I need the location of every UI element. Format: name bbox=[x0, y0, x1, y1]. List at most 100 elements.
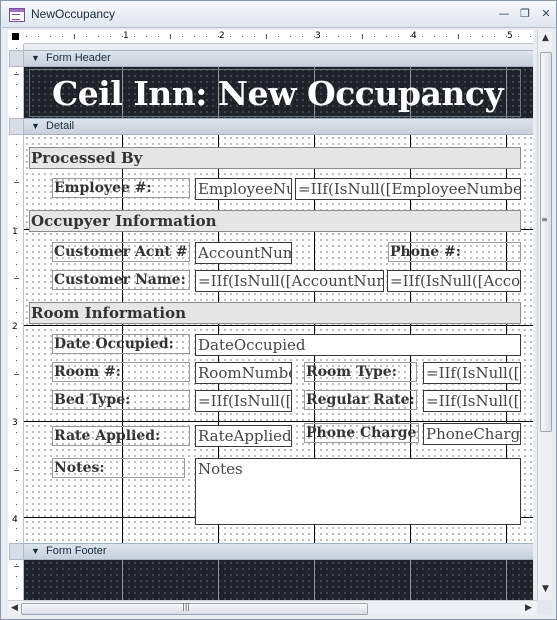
ruler-tick bbox=[530, 36, 531, 37]
ruler-tick bbox=[16, 420, 17, 421]
ruler-tick bbox=[26, 36, 27, 37]
minimize-icon[interactable]: — bbox=[496, 7, 512, 21]
ruler-tick bbox=[86, 36, 87, 37]
ruler-number: 4 bbox=[411, 31, 417, 41]
ruler-tick bbox=[122, 36, 123, 37]
horizontal-scroll-thumb[interactable] bbox=[21, 603, 368, 615]
section-selector[interactable] bbox=[9, 50, 24, 67]
vertical-scroll-thumb[interactable] bbox=[540, 52, 552, 432]
ruler-tick bbox=[16, 528, 17, 529]
detail-bar[interactable]: ▼ Detail bbox=[24, 118, 533, 135]
ruler-half-tick bbox=[14, 470, 19, 471]
scroll-left-icon[interactable]: ◀ bbox=[8, 602, 21, 615]
employee-label[interactable]: Employee #: bbox=[52, 178, 190, 198]
ruler-tick bbox=[16, 576, 17, 577]
bed-type-expr-field[interactable]: =IIf(IsNull([R bbox=[195, 390, 292, 412]
ruler-tick bbox=[50, 36, 51, 37]
room-type-label[interactable]: Room Type: bbox=[304, 362, 417, 382]
ruler-tick bbox=[16, 372, 17, 373]
regular-rate-expr-field[interactable]: =IIf(IsNull([R bbox=[423, 390, 521, 412]
collapse-arrow-icon: ▼ bbox=[31, 53, 40, 63]
window-titlebar: NewOccupancy — ❐ ✕ bbox=[0, 0, 557, 28]
ruler-tick bbox=[98, 36, 99, 37]
ruler-half-tick bbox=[14, 374, 19, 375]
ruler-half-tick bbox=[458, 34, 459, 39]
horizontal-scrollbar[interactable]: ◀ ||| ▶ bbox=[8, 600, 537, 615]
customer-name-expr2-field[interactable]: =IIf(IsNull([Accou bbox=[387, 270, 521, 292]
ruler-tick bbox=[62, 36, 63, 37]
ruler-tick bbox=[16, 300, 17, 301]
ruler-tick bbox=[16, 516, 17, 517]
ruler-tick bbox=[16, 216, 17, 217]
ruler-tick bbox=[16, 468, 17, 469]
form-title[interactable]: Ceil Inn: New Occupancy bbox=[52, 74, 504, 113]
date-occupied-field[interactable]: DateOccupied bbox=[195, 334, 521, 356]
ruler-tick bbox=[16, 276, 17, 277]
scroll-down-icon[interactable]: ▼ bbox=[539, 583, 552, 596]
ruler-half-tick bbox=[14, 74, 19, 75]
ruler-half-tick bbox=[14, 566, 19, 567]
room-number-label[interactable]: Room #: bbox=[52, 362, 190, 382]
group-room-information[interactable]: Room Information bbox=[29, 302, 521, 324]
ruler-tick bbox=[350, 36, 351, 37]
rate-applied-label[interactable]: Rate Applied: bbox=[52, 426, 190, 446]
ruler-tick bbox=[16, 228, 17, 229]
ruler-tick bbox=[16, 588, 17, 589]
phone-label[interactable]: Phone #: bbox=[388, 242, 521, 262]
phone-charge-field[interactable]: PhoneCharge bbox=[423, 423, 521, 445]
customer-name-expr-field[interactable]: =IIf(IsNull([AccountNumb bbox=[195, 270, 384, 292]
ruler-tick bbox=[182, 36, 183, 37]
horizontal-ruler[interactable]: 1 2 3 4 5 bbox=[24, 30, 533, 44]
ruler-tick bbox=[434, 36, 435, 37]
form-header-bar[interactable]: ▼ Form Header bbox=[24, 50, 533, 67]
ruler-tick bbox=[302, 36, 303, 37]
ruler-number: 1 bbox=[123, 31, 129, 41]
group-occupyer-information[interactable]: Occupyer Information bbox=[29, 210, 521, 232]
ruler-tick bbox=[16, 384, 17, 385]
form-footer-section[interactable] bbox=[24, 560, 533, 600]
customer-acnt-label[interactable]: Customer Acnt #: bbox=[52, 242, 190, 262]
notes-label[interactable]: Notes: bbox=[52, 458, 185, 478]
notes-field[interactable]: Notes bbox=[195, 458, 521, 525]
date-occupied-label[interactable]: Date Occupied: bbox=[52, 334, 190, 354]
section-selector[interactable] bbox=[9, 118, 24, 135]
form-footer-bar[interactable]: ▼ Form Footer bbox=[24, 543, 533, 560]
ruler-tick bbox=[16, 264, 17, 265]
ruler-tick bbox=[16, 396, 17, 397]
phone-charge-label[interactable]: Phone Charge: bbox=[304, 423, 419, 443]
ruler-half-tick bbox=[362, 34, 363, 39]
account-num-field[interactable]: AccountNum bbox=[195, 242, 292, 264]
form-selector[interactable] bbox=[8, 30, 24, 44]
ruler-tick bbox=[482, 36, 483, 37]
ruler-number: 5 bbox=[507, 31, 513, 41]
room-type-expr-field[interactable]: =IIf(IsNull([R bbox=[423, 362, 521, 384]
ruler-tick bbox=[470, 36, 471, 37]
ruler-half-tick bbox=[74, 34, 75, 39]
form-footer-label: Form Footer bbox=[46, 545, 107, 557]
vertical-scrollbar[interactable]: ▲ ≡ ▼ bbox=[537, 30, 552, 600]
ruler-tick bbox=[16, 204, 17, 205]
employee-number-field[interactable]: EmployeeNu bbox=[195, 178, 292, 200]
ruler-tick bbox=[16, 336, 17, 337]
group-processed-by[interactable]: Processed By bbox=[29, 147, 521, 169]
ruler-tick bbox=[422, 36, 423, 37]
scroll-up-icon[interactable]: ▲ bbox=[539, 32, 552, 45]
scroll-right-icon[interactable]: ▶ bbox=[522, 602, 535, 615]
ruler-tick bbox=[16, 84, 17, 85]
customer-name-label[interactable]: Customer Name: bbox=[52, 270, 190, 290]
ruler-tick bbox=[16, 408, 17, 409]
ruler-number: 2 bbox=[219, 31, 225, 41]
ruler-tick bbox=[16, 324, 17, 325]
ruler-tick bbox=[314, 36, 315, 37]
ruler-number: 3 bbox=[315, 31, 321, 41]
room-number-field[interactable]: RoomNumbe bbox=[195, 362, 292, 384]
restore-icon[interactable]: ❐ bbox=[517, 7, 533, 21]
bed-type-label[interactable]: Bed Type: bbox=[52, 390, 190, 410]
ruler-tick bbox=[16, 540, 17, 541]
employee-name-expr-field[interactable]: =IIf(IsNull([EmployeeNumber] bbox=[295, 178, 521, 200]
section-selector[interactable] bbox=[9, 543, 24, 560]
regular-rate-label[interactable]: Regular Rate: bbox=[304, 390, 417, 410]
close-icon[interactable]: ✕ bbox=[538, 7, 554, 21]
ruler-tick bbox=[206, 36, 207, 37]
rate-applied-field[interactable]: RateApplied bbox=[195, 425, 292, 447]
